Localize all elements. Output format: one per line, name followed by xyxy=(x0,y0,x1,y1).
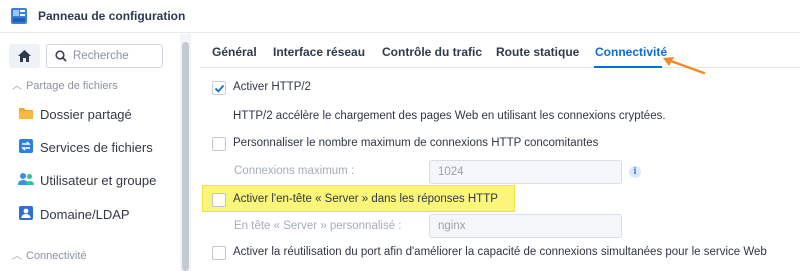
tab-network-interface[interactable]: Interface réseau xyxy=(273,45,365,59)
http2-checkbox[interactable] xyxy=(212,81,226,95)
http2-label: Activer HTTP/2 xyxy=(233,81,311,93)
sidebar-item-user-group[interactable]: Utilisateur et groupe xyxy=(0,166,180,194)
tab-bar: Général Interface réseau Contrôle du tra… xyxy=(200,34,800,68)
title-bar: Panneau de configuration xyxy=(0,0,800,33)
tab-static-route[interactable]: Route statique xyxy=(496,45,579,59)
max-connections-label: Personnaliser le nombre maximum de conne… xyxy=(233,137,599,149)
checkmark-icon xyxy=(214,84,225,93)
server-header-field[interactable] xyxy=(429,214,622,238)
home-button[interactable] xyxy=(9,44,40,68)
active-tab-indicator xyxy=(594,66,662,68)
max-connections-input[interactable] xyxy=(438,164,608,180)
shared-folder-icon xyxy=(19,108,33,119)
http2-description: HTTP/2 accélère le chargement des pages … xyxy=(233,110,666,122)
sidebar-item-label: Dossier partagé xyxy=(40,107,132,122)
sidebar-item-file-services[interactable]: Services de fichiers xyxy=(0,133,180,161)
sidebar: ︿Partage de fichiers Dossier partagé Ser… xyxy=(0,34,192,271)
sidebar-item-label: Domaine/LDAP xyxy=(40,207,130,222)
section-connectivity[interactable]: ︿ Connectivité xyxy=(12,247,87,263)
tab-connectivity[interactable]: Connectivité xyxy=(595,45,667,59)
tab-general[interactable]: Général xyxy=(212,45,257,59)
search-box[interactable] xyxy=(46,44,163,68)
max-connections-checkbox[interactable] xyxy=(212,137,226,151)
window-title: Panneau de configuration xyxy=(38,9,186,23)
server-header-checkbox[interactable] xyxy=(212,193,226,207)
sidebar-scrollbar[interactable] xyxy=(180,34,191,271)
domain-ldap-icon xyxy=(19,206,33,220)
port-reuse-label: Activer la réutilisation du port afin d'… xyxy=(233,246,767,258)
sidebar-item-domain-ldap[interactable]: Domaine/LDAP xyxy=(0,200,180,228)
home-icon xyxy=(18,50,31,62)
tab-traffic-control[interactable]: Contrôle du trafic xyxy=(382,45,482,59)
control-panel-icon xyxy=(11,8,27,24)
chevron-up-icon: ︿ xyxy=(12,81,22,92)
sidebar-item-label: Services de fichiers xyxy=(40,140,153,155)
search-input[interactable] xyxy=(73,47,159,65)
server-header-field-label: En tête « Server » personnalisé : xyxy=(234,220,402,232)
file-services-icon xyxy=(19,139,33,153)
server-header-label: Activer l'en-tête « Server » dans les ré… xyxy=(233,193,498,205)
port-reuse-checkbox[interactable] xyxy=(212,246,226,260)
section-file-sharing[interactable]: ︿ Partage de fichiers xyxy=(12,77,118,93)
max-connections-field[interactable] xyxy=(429,160,622,184)
info-icon[interactable]: i xyxy=(629,166,641,178)
search-icon xyxy=(55,50,67,62)
max-connections-field-label: Connexions maximum : xyxy=(234,165,355,177)
sidebar-item-shared-folder[interactable]: Dossier partagé xyxy=(0,100,180,128)
scrollbar-thumb[interactable] xyxy=(182,42,189,271)
annotation-arrow-icon xyxy=(663,57,706,75)
sidebar-item-label: Utilisateur et groupe xyxy=(40,173,157,188)
server-header-input[interactable] xyxy=(438,218,608,234)
user-group-icon xyxy=(18,173,34,185)
chevron-up-icon: ︿ xyxy=(12,251,22,262)
